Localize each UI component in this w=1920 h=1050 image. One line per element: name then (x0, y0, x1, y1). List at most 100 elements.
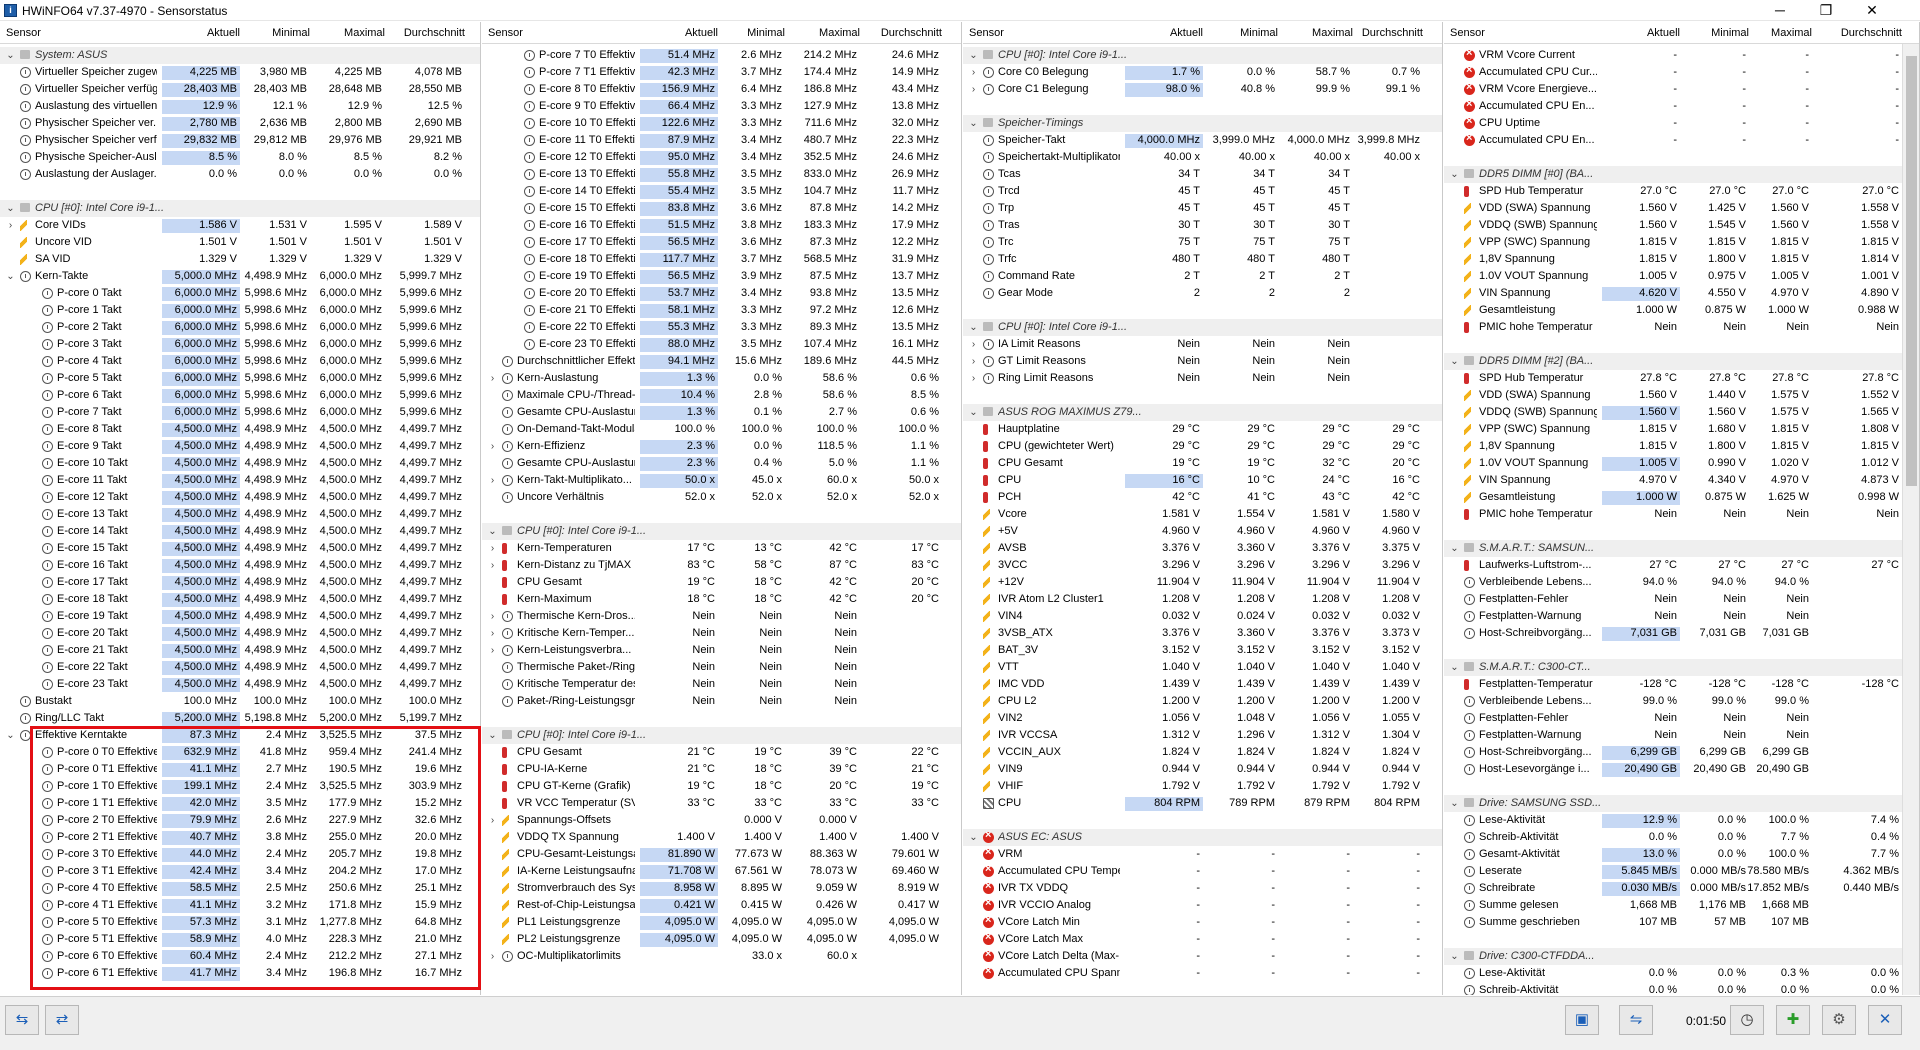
sensor-row[interactable]: P-core 2 T1 Effektiver... 40.7 MHz 3.8 MHz… (0, 829, 480, 846)
sensor-row[interactable]: P-core 0 Takt 6,000.0 MHz 5,998.6 MHz 6,000… (0, 285, 480, 302)
expand-chevron-icon[interactable]: › (969, 85, 978, 95)
sensor-row[interactable]: Gesamtleistung 1.000 W 0.875 W 1.000 W 0.988… (1444, 302, 1919, 319)
sensor-group-header[interactable]: ⌄ CPU [#0]: Intel Core i9-1... (963, 47, 1442, 64)
sensor-row[interactable]: P-core 0 T0 Effektiver... 632.9 MHz 41.8 M… (0, 744, 480, 761)
sensor-row[interactable]: Summe geschrieben 107 MB 57 MB 107 MB (1444, 914, 1919, 931)
collapse-chevron-icon[interactable]: ⌄ (1450, 170, 1459, 180)
sensor-row[interactable]: › OC-Multiplikatorlimits 33.0 x 60.0 x (482, 948, 961, 965)
sensor-row[interactable]: E-core 14 T0 Effektiv... 55.4 MHz 3.5 MHz 1… (482, 183, 961, 200)
clock-icon[interactable]: ◷ (1730, 1005, 1764, 1035)
sensor-row[interactable]: Schreib-Aktivität 0.0 % 0.0 % 0.0 % 0.0 % (1444, 982, 1919, 995)
sensor-row[interactable]: E-core 14 Takt 4,500.0 MHz 4,498.9 MHz 4,50… (0, 523, 480, 540)
sensor-row[interactable]: Command Rate 2 T 2 T 2 T (963, 268, 1442, 285)
expand-chevron-icon[interactable]: › (488, 646, 497, 656)
sensor-row[interactable]: SPD Hub Temperatur 27.8 °C 27.8 °C 27.8 °C 2… (1444, 370, 1919, 387)
sensor-row[interactable]: P-core 2 Takt 6,000.0 MHz 5,998.6 MHz 6,000… (0, 319, 480, 336)
nav-collapse-icon[interactable]: ⇄ (45, 1005, 79, 1035)
sensor-row[interactable]: Laufwerks-Luftstrom-... 27 °C 27 °C 27 °C 27… (1444, 557, 1919, 574)
sensor-row[interactable]: P-core 1 T1 Effektiver... 42.0 MHz 3.5 MHz… (0, 795, 480, 812)
header-minimal[interactable]: Minimal (240, 27, 310, 39)
sensor-row[interactable]: Paket-/Ring-Leistungsgre... Nein Nein Nein (482, 693, 961, 710)
sensor-row[interactable]: VCCIN_AUX 1.824 V 1.824 V 1.824 V 1.824 V (963, 744, 1442, 761)
sensor-row[interactable]: CPU-IA-Kerne 21 °C 18 °C 39 °C 21 °C (482, 761, 961, 778)
sensor-group-header[interactable]: ⌄ CPU [#0]: Intel Core i9-1... (963, 319, 1442, 336)
collapse-chevron-icon[interactable]: ⌄ (969, 51, 978, 61)
sensor-row[interactable]: AVSB 3.376 V 3.360 V 3.376 V 3.375 V (963, 540, 1442, 557)
sensor-row[interactable]: SA VID 1.329 V 1.329 V 1.329 V 1.329 V (0, 251, 480, 268)
sensor-row[interactable]: Festplatten-Temperatur -128 °C -128 °C -128… (1444, 676, 1919, 693)
sensor-row[interactable]: › Core C0 Belegung 1.7 % 0.0 % 58.7 % 0.7 % (963, 64, 1442, 81)
sensor-row[interactable]: VPP (SWC) Spannung 1.815 V 1.815 V 1.815 V 1… (1444, 234, 1919, 251)
collapse-chevron-icon[interactable]: ⌄ (6, 731, 15, 741)
sensor-row[interactable]: Host-Schreibvorgäng... 6,299 GB 6,299 GB 6,… (1444, 744, 1919, 761)
sensor-row[interactable]: 1.0V VOUT Spannung 1.005 V 0.975 V 1.005 V 1… (1444, 268, 1919, 285)
expand-chevron-icon[interactable]: › (969, 68, 978, 78)
sensor-row[interactable]: BAT_3V 3.152 V 3.152 V 3.152 V 3.152 V (963, 642, 1442, 659)
sensor-row[interactable]: Physische Speicher-Ausla... 8.5 % 8.0 % 8.5… (0, 149, 480, 166)
sensor-row[interactable]: VHIF 1.792 V 1.792 V 1.792 V 1.792 V (963, 778, 1442, 795)
header-sensor[interactable]: Sensor (969, 27, 1004, 39)
sensor-row[interactable]: E-core 21 Takt 4,500.0 MHz 4,498.9 MHz 4,50… (0, 642, 480, 659)
sensor-row[interactable]: E-core 16 Takt 4,500.0 MHz 4,498.9 MHz 4,50… (0, 557, 480, 574)
sensor-row[interactable]: CPU L2 1.200 V 1.200 V 1.200 V 1.200 V (963, 693, 1442, 710)
sensor-row[interactable]: Ring/LLC Takt 5,200.0 MHz 5,198.8 MHz 5,200… (0, 710, 480, 727)
sensor-row[interactable]: P-core 3 T0 Effektiver... 44.0 MHz 2.4 MHz… (0, 846, 480, 863)
sensor-row[interactable]: VIN2 1.056 V 1.048 V 1.056 V 1.055 V (963, 710, 1442, 727)
sensor-row[interactable]: Accumulated CPU En... - - - - (1444, 132, 1919, 149)
sensor-row[interactable]: P-core 0 T1 Effektiver... 41.1 MHz 2.7 MHz… (0, 761, 480, 778)
sensor-row[interactable]: › GT Limit Reasons Nein Nein Nein (963, 353, 1442, 370)
sensor-row[interactable]: E-core 21 T0 Effektiv... 58.1 MHz 3.3 MHz 9… (482, 302, 961, 319)
sensor-row[interactable]: E-core 9 Takt 4,500.0 MHz 4,498.9 MHz 4,500… (0, 438, 480, 455)
sensor-row[interactable]: P-core 5 T1 Effektiver... 58.9 MHz 4.0 MHz… (0, 931, 480, 948)
collapse-chevron-icon[interactable]: ⌄ (1450, 799, 1459, 809)
sensor-row[interactable]: P-core 4 Takt 6,000.0 MHz 5,998.6 MHz 6,000… (0, 353, 480, 370)
sensor-row[interactable]: Speicher-Takt 4,000.0 MHz 3,999.0 MHz 4,000… (963, 132, 1442, 149)
sensor-pane[interactable]: Sensor Aktuell Minimal Maximal Durchschnitt ⌄… (0, 22, 481, 995)
sensor-row[interactable]: IVR Atom L2 Cluster1 1.208 V 1.208 V 1.208 … (963, 591, 1442, 608)
collapse-chevron-icon[interactable]: ⌄ (6, 272, 15, 282)
sensor-row[interactable]: 3VSB_ATX 3.376 V 3.360 V 3.376 V 3.373 V (963, 625, 1442, 642)
sensor-row[interactable]: Hauptplatine 29 °C 29 °C 29 °C 29 °C (963, 421, 1442, 438)
sensor-row[interactable]: PMIC hohe Temperatur Nein Nein Nein Nein (1444, 319, 1919, 336)
sensor-row[interactable]: E-core 16 T0 Effektiv... 51.5 MHz 3.8 MHz 1… (482, 217, 961, 234)
sensor-row[interactable]: VCore Latch Min - - - - (963, 914, 1442, 931)
settings-icon[interactable]: ⚙ (1822, 1005, 1856, 1035)
sensor-row[interactable]: Trp 45 T 45 T 45 T (963, 200, 1442, 217)
sensor-row[interactable]: › Core VIDs 1.586 V 1.531 V 1.595 V 1.589 V (0, 217, 480, 234)
sensor-row[interactable]: › Kern-Auslastung 1.3 % 0.0 % 58.6 % 0.6 % (482, 370, 961, 387)
sensor-row[interactable]: E-core 23 T0 Effektiv... 88.0 MHz 3.5 MHz 1… (482, 336, 961, 353)
sensor-group-header[interactable]: ⌄ CPU [#0]: Intel Core i9-1... (482, 727, 961, 744)
sensor-row[interactable]: +12V 11.904 V 11.904 V 11.904 V 11.904 V (963, 574, 1442, 591)
sensor-row[interactable]: VIN Spannung 4.970 V 4.340 V 4.970 V 4.873 V (1444, 472, 1919, 489)
sensor-row[interactable]: Maximale CPU-/Thread-A... 10.4 % 2.8 % 58.6… (482, 387, 961, 404)
sensor-row[interactable]: Summe gelesen 1,668 MB 1,176 MB 1,668 MB (1444, 897, 1919, 914)
expand-chevron-icon[interactable]: › (969, 340, 978, 350)
collapse-chevron-icon[interactable]: ⌄ (488, 527, 497, 537)
scrollbar-thumb[interactable] (1906, 56, 1917, 486)
sensor-row[interactable]: E-core 9 T0 Effektiver... 66.4 MHz 3.3 MHz… (482, 98, 961, 115)
sensor-row[interactable]: P-core 7 Takt 6,000.0 MHz 5,998.6 MHz 6,000… (0, 404, 480, 421)
sensor-row[interactable]: Accumulated CPU Spann... - - - - (963, 965, 1442, 982)
sensor-group-header[interactable]: ⌄ ASUS EC: ASUS (963, 829, 1442, 846)
header-minimal[interactable]: Minimal (1679, 27, 1749, 39)
network-icon[interactable]: ▣ (1565, 1005, 1599, 1035)
sensor-row[interactable]: Festplatten-Fehler Nein Nein Nein (1444, 710, 1919, 727)
sensor-row[interactable]: Rest-of-Chip-Leistungsa... 0.421 W 0.415 W… (482, 897, 961, 914)
header-minimal[interactable]: Minimal (1208, 27, 1278, 39)
sensor-row[interactable]: Verbleibende Lebens... 99.0 % 99.0 % 99.0 % (1444, 693, 1919, 710)
sensor-row[interactable]: CPU Gesamt 21 °C 19 °C 39 °C 22 °C (482, 744, 961, 761)
sensor-row[interactable]: IA-Kerne Leistungsaufna... 71.708 W 67.561… (482, 863, 961, 880)
collapse-chevron-icon[interactable]: ⌄ (488, 731, 497, 741)
header-sensor[interactable]: Sensor (6, 27, 41, 39)
header-sensor[interactable]: Sensor (488, 27, 523, 39)
sensor-row[interactable]: VRM Vcore Energieve... - - - - (1444, 81, 1919, 98)
sensor-row[interactable]: Host-Lesevorgänge i... 20,490 GB 20,490 GB… (1444, 761, 1919, 778)
sensor-pane[interactable]: Sensor Aktuell Minimal Maximal Durchschnitt ⌄… (963, 22, 1443, 995)
layout-icon[interactable]: ⇋ (1619, 1005, 1653, 1035)
sensor-group-header[interactable]: ⌄ DDR5 DIMM [#0] (BA... (1444, 166, 1919, 183)
sensor-group-header[interactable]: ⌄ Speicher-Timings (963, 115, 1442, 132)
report-add-icon[interactable]: ✚ (1776, 1005, 1810, 1035)
sensor-row[interactable]: Host-Schreibvorgäng... 7,031 GB 7,031 GB 7,… (1444, 625, 1919, 642)
sensor-row[interactable]: VTT 1.040 V 1.040 V 1.040 V 1.040 V (963, 659, 1442, 676)
expand-chevron-icon[interactable]: › (488, 476, 497, 486)
